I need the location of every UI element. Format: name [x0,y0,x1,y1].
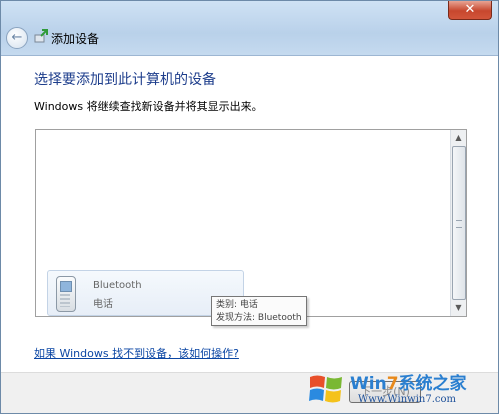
title-bar: ✕ ← 添加设备 [1,1,498,56]
device-type: 电话 [93,299,113,310]
back-button[interactable]: ← [6,27,28,49]
help-link[interactable]: 如果 Windows 找不到设备，该如何操作? [34,345,239,361]
scroll-up-arrow-icon[interactable]: ▲ [452,131,465,145]
tooltip-category: 类别: 电话 [216,300,258,310]
vertical-scrollbar[interactable]: ▲ ▼ [450,130,466,316]
watermark-url: Www.Winwin7.com [358,394,456,405]
add-device-icon [34,29,48,43]
wizard-content: 选择要添加到此计算机的设备 Windows 将继续查找新设备并将其显示出来。 B… [1,56,498,373]
page-heading: 选择要添加到此计算机的设备 [34,72,216,88]
close-button[interactable]: ✕ [448,1,492,20]
window-title: 添加设备 [51,32,100,46]
page-description: Windows 将继续查找新设备并将其显示出来。 [34,100,263,113]
phone-icon [56,276,76,312]
grip-icon [456,220,462,228]
device-tooltip: 类别: 电话 发现方法: Bluetooth [211,296,307,326]
device-list[interactable]: Bluetooth 电话 ▲ ▼ [35,129,467,317]
tooltip-discovery-method: 发现方法: Bluetooth [216,313,302,323]
scroll-thumb[interactable] [452,146,466,300]
scroll-down-arrow-icon[interactable]: ▼ [452,301,465,315]
device-name: Bluetooth [93,280,142,291]
watermark-brand: Win7系统之家 [350,374,467,394]
add-device-window: ✕ ← 添加设备 选择要添加到此计算机的设备 Windows 将继续查找新设备并… [0,0,499,414]
windows-logo-icon [309,375,342,403]
site-watermark: Win7系统之家 Www.Winwin7.com [306,367,496,411]
